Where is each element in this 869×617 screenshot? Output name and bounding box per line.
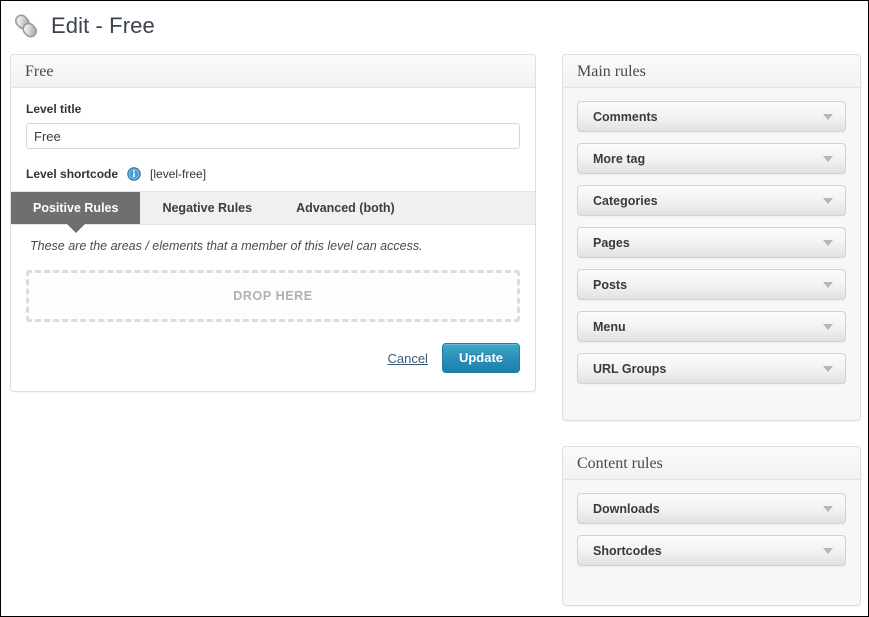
level-title-input[interactable] <box>26 123 520 149</box>
rule-item-categories[interactable]: Categories <box>577 185 846 216</box>
rules-hint-text: These are the areas / elements that a me… <box>30 239 423 253</box>
rule-item-posts[interactable]: Posts <box>577 269 846 300</box>
update-button[interactable]: Update <box>441 343 520 373</box>
chevron-down-icon <box>823 505 833 512</box>
panel-title-free: Free <box>11 55 535 88</box>
info-icon[interactable] <box>127 167 141 181</box>
rules-tabbar: Positive Rules Negative Rules Advanced (… <box>11 191 535 233</box>
chain-link-icon <box>15 14 37 38</box>
rule-item-downloads[interactable]: Downloads <box>577 493 846 524</box>
rule-item-more-tag-label: More tag <box>593 151 646 166</box>
chevron-down-icon <box>823 155 833 162</box>
rule-item-comments-label: Comments <box>593 109 658 124</box>
rule-item-more-tag[interactable]: More tag <box>577 143 846 174</box>
chevron-down-icon <box>823 547 833 554</box>
rule-item-url-groups-label: URL Groups <box>593 361 667 376</box>
level-form: Level title Level shortcode [level-free] <box>11 88 535 181</box>
form-actions: Cancel Update <box>26 343 520 373</box>
main-rules-list: Comments More tag Categories Pages Posts… <box>563 88 860 384</box>
rule-item-pages[interactable]: Pages <box>577 227 846 258</box>
chevron-down-icon <box>823 281 833 288</box>
content-rules-title: Content rules <box>563 447 860 480</box>
rule-item-menu-label: Menu <box>593 319 626 334</box>
level-title-label: Level title <box>26 102 82 116</box>
level-shortcode-label: Level shortcode <box>26 167 119 181</box>
edit-level-panel: Free Level title Level shortcode [level-… <box>10 54 536 392</box>
tab-positive-rules-label: Positive Rules <box>33 201 119 215</box>
chevron-down-icon <box>823 113 833 120</box>
tab-positive-rules[interactable]: Positive Rules <box>11 192 141 233</box>
positive-rules-panel: These are the areas / elements that a me… <box>11 225 535 373</box>
chevron-down-icon <box>823 365 833 372</box>
page-header: Edit - Free <box>10 7 155 45</box>
tab-advanced-both[interactable]: Advanced (both) <box>274 192 417 224</box>
rule-item-shortcodes[interactable]: Shortcodes <box>577 535 846 566</box>
page-title: Edit - Free <box>51 13 155 38</box>
tab-negative-rules[interactable]: Negative Rules <box>140 192 274 224</box>
rule-item-url-groups[interactable]: URL Groups <box>577 353 846 384</box>
chevron-down-icon <box>823 197 833 204</box>
cancel-link[interactable]: Cancel <box>387 351 427 366</box>
rule-item-comments[interactable]: Comments <box>577 101 846 132</box>
rules-dropzone-label: DROP HERE <box>233 289 313 303</box>
main-rules-title: Main rules <box>563 55 860 88</box>
content-rules-panel: Content rules Downloads Shortcodes <box>562 446 861 606</box>
rule-item-shortcodes-label: Shortcodes <box>593 543 662 558</box>
level-shortcode-value: [level-free] <box>150 167 207 181</box>
tab-negative-rules-label: Negative Rules <box>162 201 253 215</box>
level-shortcode-row: Level shortcode [level-free] <box>26 167 520 181</box>
rule-item-menu[interactable]: Menu <box>577 311 846 342</box>
tab-advanced-both-label: Advanced (both) <box>296 201 395 215</box>
app-window: Edit - Free Free Level title Level short… <box>0 0 869 617</box>
chevron-down-icon <box>823 239 833 246</box>
rule-item-posts-label: Posts <box>593 277 628 292</box>
rule-item-pages-label: Pages <box>593 235 630 250</box>
content-rules-list: Downloads Shortcodes <box>563 480 860 566</box>
main-rules-panel: Main rules Comments More tag Categories … <box>562 54 861 421</box>
rule-item-categories-label: Categories <box>593 193 658 208</box>
chevron-down-icon <box>823 323 833 330</box>
rules-dropzone[interactable]: DROP HERE <box>26 270 520 322</box>
rule-item-downloads-label: Downloads <box>593 501 660 516</box>
